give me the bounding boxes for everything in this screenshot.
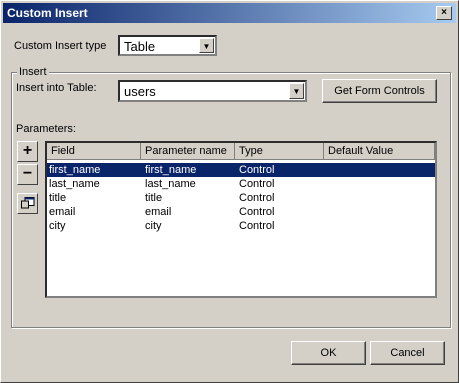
cell-type: Control (239, 206, 275, 218)
insert-into-table-select[interactable]: users ▼ (118, 80, 307, 102)
insert-group-title: Insert (17, 66, 49, 78)
close-button[interactable]: × (436, 6, 452, 20)
cell-type: Control (239, 178, 275, 190)
cell-type: Control (239, 220, 275, 232)
table-row[interactable]: last_name last_name Control (47, 177, 435, 191)
cell-field: email (49, 206, 76, 218)
cell-parameter-name: city (145, 220, 162, 232)
column-header-type[interactable]: Type (235, 143, 324, 160)
ok-button[interactable]: OK (291, 341, 366, 365)
properties-icon (20, 197, 34, 209)
close-icon: × (441, 7, 447, 18)
add-parameter-button[interactable]: + (17, 141, 38, 162)
insert-into-table-value: users (124, 84, 156, 99)
cell-field: last_name (49, 178, 100, 190)
column-header-parameter-name[interactable]: Parameter name (141, 143, 235, 160)
cell-field: title (49, 192, 67, 204)
table-row[interactable]: email email Control (47, 205, 435, 219)
window-title: Custom Insert (7, 6, 88, 20)
cell-type: Control (239, 192, 275, 204)
insert-type-select[interactable]: Table ▼ (118, 35, 217, 56)
plus-icon: + (22, 142, 33, 159)
get-form-controls-button[interactable]: Get Form Controls (322, 79, 437, 103)
table-row[interactable]: title title Control (47, 191, 435, 205)
chevron-down-icon[interactable]: ▼ (289, 83, 304, 99)
cell-type: Control (239, 164, 275, 176)
cell-parameter-name: first_name (145, 164, 197, 176)
cancel-button[interactable]: Cancel (370, 341, 445, 365)
title-bar: Custom Insert × (3, 3, 456, 23)
insert-type-value: Table (124, 39, 156, 54)
table-row[interactable]: first_name first_name Control (47, 163, 435, 177)
parameter-properties-button[interactable] (17, 193, 38, 214)
parameters-label: Parameters: (16, 123, 76, 135)
insert-type-label: Custom Insert type (14, 40, 107, 52)
column-header-field[interactable]: Field (47, 143, 141, 160)
chevron-down-icon[interactable]: ▼ (199, 38, 214, 53)
cell-field: first_name (49, 164, 101, 176)
cell-field: city (49, 220, 66, 232)
column-header-default-value[interactable]: Default Value (324, 143, 435, 160)
cell-parameter-name: email (145, 206, 172, 218)
table-row[interactable]: city city Control (47, 219, 435, 233)
parameters-grid[interactable]: Field Parameter name Type Default Value … (45, 141, 437, 298)
insert-into-label: Insert into Table: (16, 82, 97, 94)
cell-parameter-name: last_name (145, 178, 196, 190)
remove-parameter-button[interactable]: − (17, 164, 38, 185)
minus-icon: − (22, 165, 33, 182)
cell-parameter-name: title (145, 192, 163, 204)
